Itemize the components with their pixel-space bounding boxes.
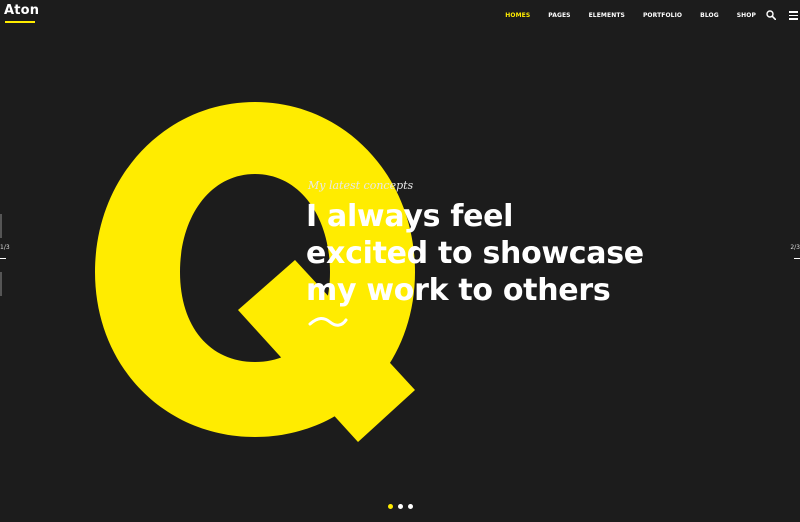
hero-page: Aton HOMES PAGES ELEMENTS PORTFOLIO BLOG… [0, 0, 800, 522]
hero-headline: I always feel excited to showcase my wor… [306, 198, 644, 309]
nav-item-portfolio[interactable]: PORTFOLIO [643, 12, 682, 19]
headline-line-2: excited to showcase [306, 236, 644, 271]
nav-item-pages[interactable]: PAGES [548, 12, 570, 19]
nav-item-elements[interactable]: ELEMENTS [589, 12, 625, 19]
site-logo[interactable]: Aton [4, 3, 39, 18]
hero-eyebrow: My latest concepts [308, 179, 414, 192]
nav-item-blog[interactable]: BLOG [700, 12, 719, 19]
prev-slide-bar-bottom[interactable] [0, 272, 2, 296]
search-icon[interactable] [766, 10, 776, 20]
nav-item-homes[interactable]: HOMES [505, 12, 530, 19]
logo-underline [5, 21, 35, 23]
main-nav: HOMES PAGES ELEMENTS PORTFOLIO BLOG SHOP [487, 12, 756, 19]
slide-counter-right: 2/3 [790, 244, 800, 251]
next-slide-line[interactable] [794, 258, 800, 259]
headline-line-3: my work to others [306, 273, 611, 308]
prev-slide-line[interactable] [0, 258, 6, 259]
hamburger-menu-icon[interactable] [789, 11, 798, 20]
nav-item-shop[interactable]: SHOP [737, 12, 756, 19]
pagination-dot-1[interactable] [388, 504, 393, 509]
pagination-dot-2[interactable] [398, 504, 403, 509]
slide-counter-left: 1/3 [0, 244, 10, 251]
headline-line-1: I always feel [306, 199, 514, 234]
slider-pagination [388, 504, 413, 509]
tilde-divider-icon [308, 317, 348, 327]
pagination-dot-3[interactable] [408, 504, 413, 509]
prev-slide-bar-top[interactable] [0, 214, 2, 238]
